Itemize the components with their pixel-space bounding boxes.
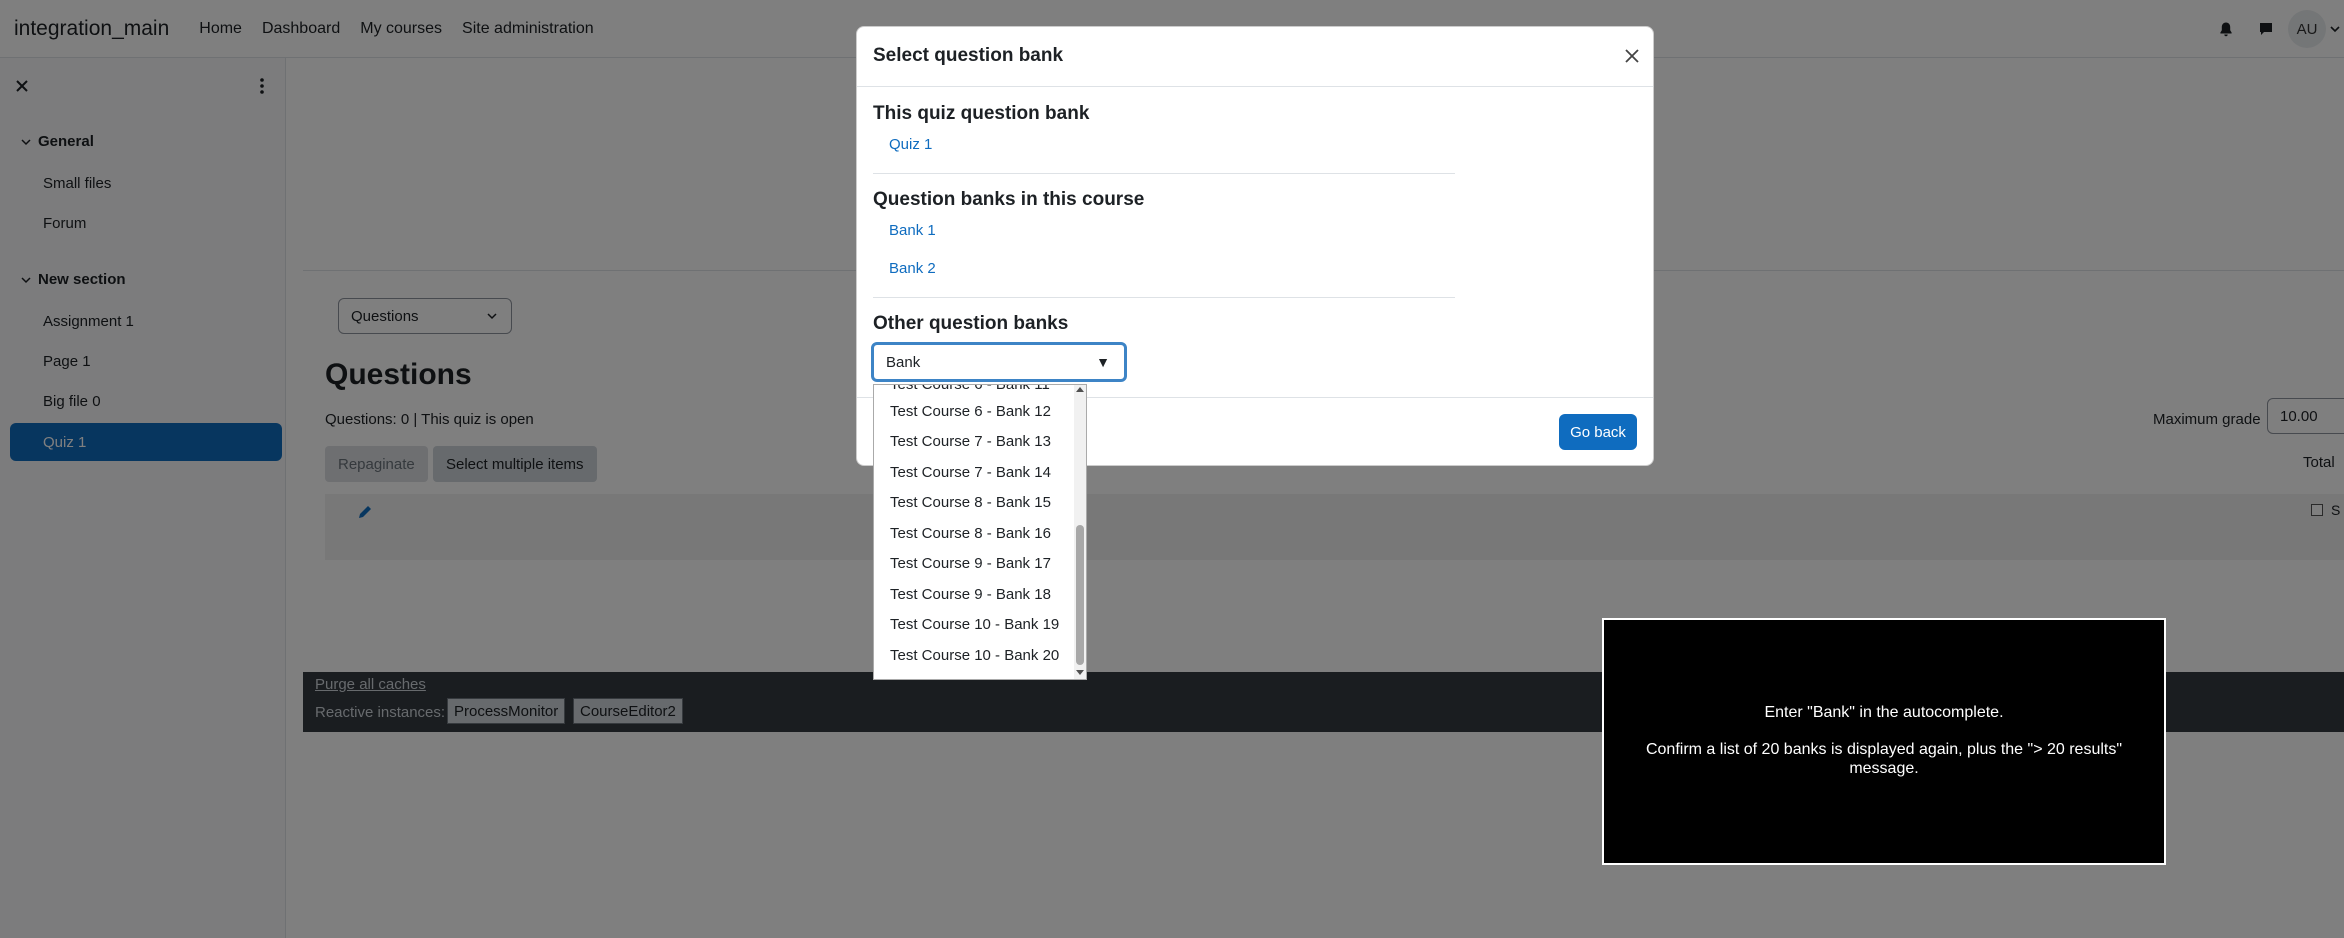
scrollbar-thumb[interactable] <box>1076 525 1084 665</box>
divider <box>873 173 1455 174</box>
list-item[interactable]: Test Course 9 - Bank 18 <box>890 586 1051 603</box>
list-item[interactable]: Test Course 9 - Bank 17 <box>890 555 1051 572</box>
close-icon[interactable] <box>1623 47 1641 65</box>
modal-title: Select question bank <box>873 45 1064 66</box>
test-instructions-panel: Enter "Bank" in the autocomplete. Confir… <box>1602 618 2166 865</box>
quiz-bank-heading: This quiz question bank <box>873 103 1090 124</box>
list-item[interactable]: Test Course 6 - Bank 11 <box>890 385 1050 393</box>
other-banks-heading: Other question banks <box>873 313 1069 334</box>
bank-2-link[interactable]: Bank 2 <box>889 260 936 277</box>
instruction-line: Confirm a list of 20 banks is displayed … <box>1645 741 2123 777</box>
list-item[interactable]: Test Course 7 - Bank 14 <box>890 464 1051 481</box>
scrollbar[interactable] <box>1074 385 1086 679</box>
go-back-button[interactable]: Go back <box>1559 414 1637 450</box>
list-item[interactable]: Test Course 8 - Bank 16 <box>890 525 1051 542</box>
scroll-down-icon[interactable] <box>1076 670 1084 675</box>
course-banks-heading: Question banks in this course <box>873 189 1145 210</box>
list-item[interactable]: Test Course 6 - Bank 12 <box>890 403 1051 420</box>
scroll-up-icon[interactable] <box>1076 387 1084 392</box>
autocomplete-value: Bank <box>886 353 921 371</box>
divider <box>873 297 1455 298</box>
autocomplete-suggestions[interactable]: Test Course 6 - Bank 11 Test Course 6 - … <box>873 384 1087 680</box>
bank-search-autocomplete[interactable]: Bank ▼ <box>871 342 1127 382</box>
dropdown-arrow-icon[interactable]: ▼ <box>1096 354 1110 370</box>
modal-header: Select question bank <box>857 27 1653 87</box>
list-item[interactable]: Test Course 10 - Bank 20 <box>890 647 1059 664</box>
list-item[interactable]: Test Course 10 - Bank 19 <box>890 616 1059 633</box>
quiz-bank-link[interactable]: Quiz 1 <box>889 136 932 153</box>
instruction-line: Enter "Bank" in the autocomplete. <box>1764 704 2004 721</box>
bank-1-link[interactable]: Bank 1 <box>889 222 936 239</box>
list-item[interactable]: Test Course 8 - Bank 15 <box>890 494 1051 511</box>
list-item[interactable]: Test Course 7 - Bank 13 <box>890 433 1051 450</box>
